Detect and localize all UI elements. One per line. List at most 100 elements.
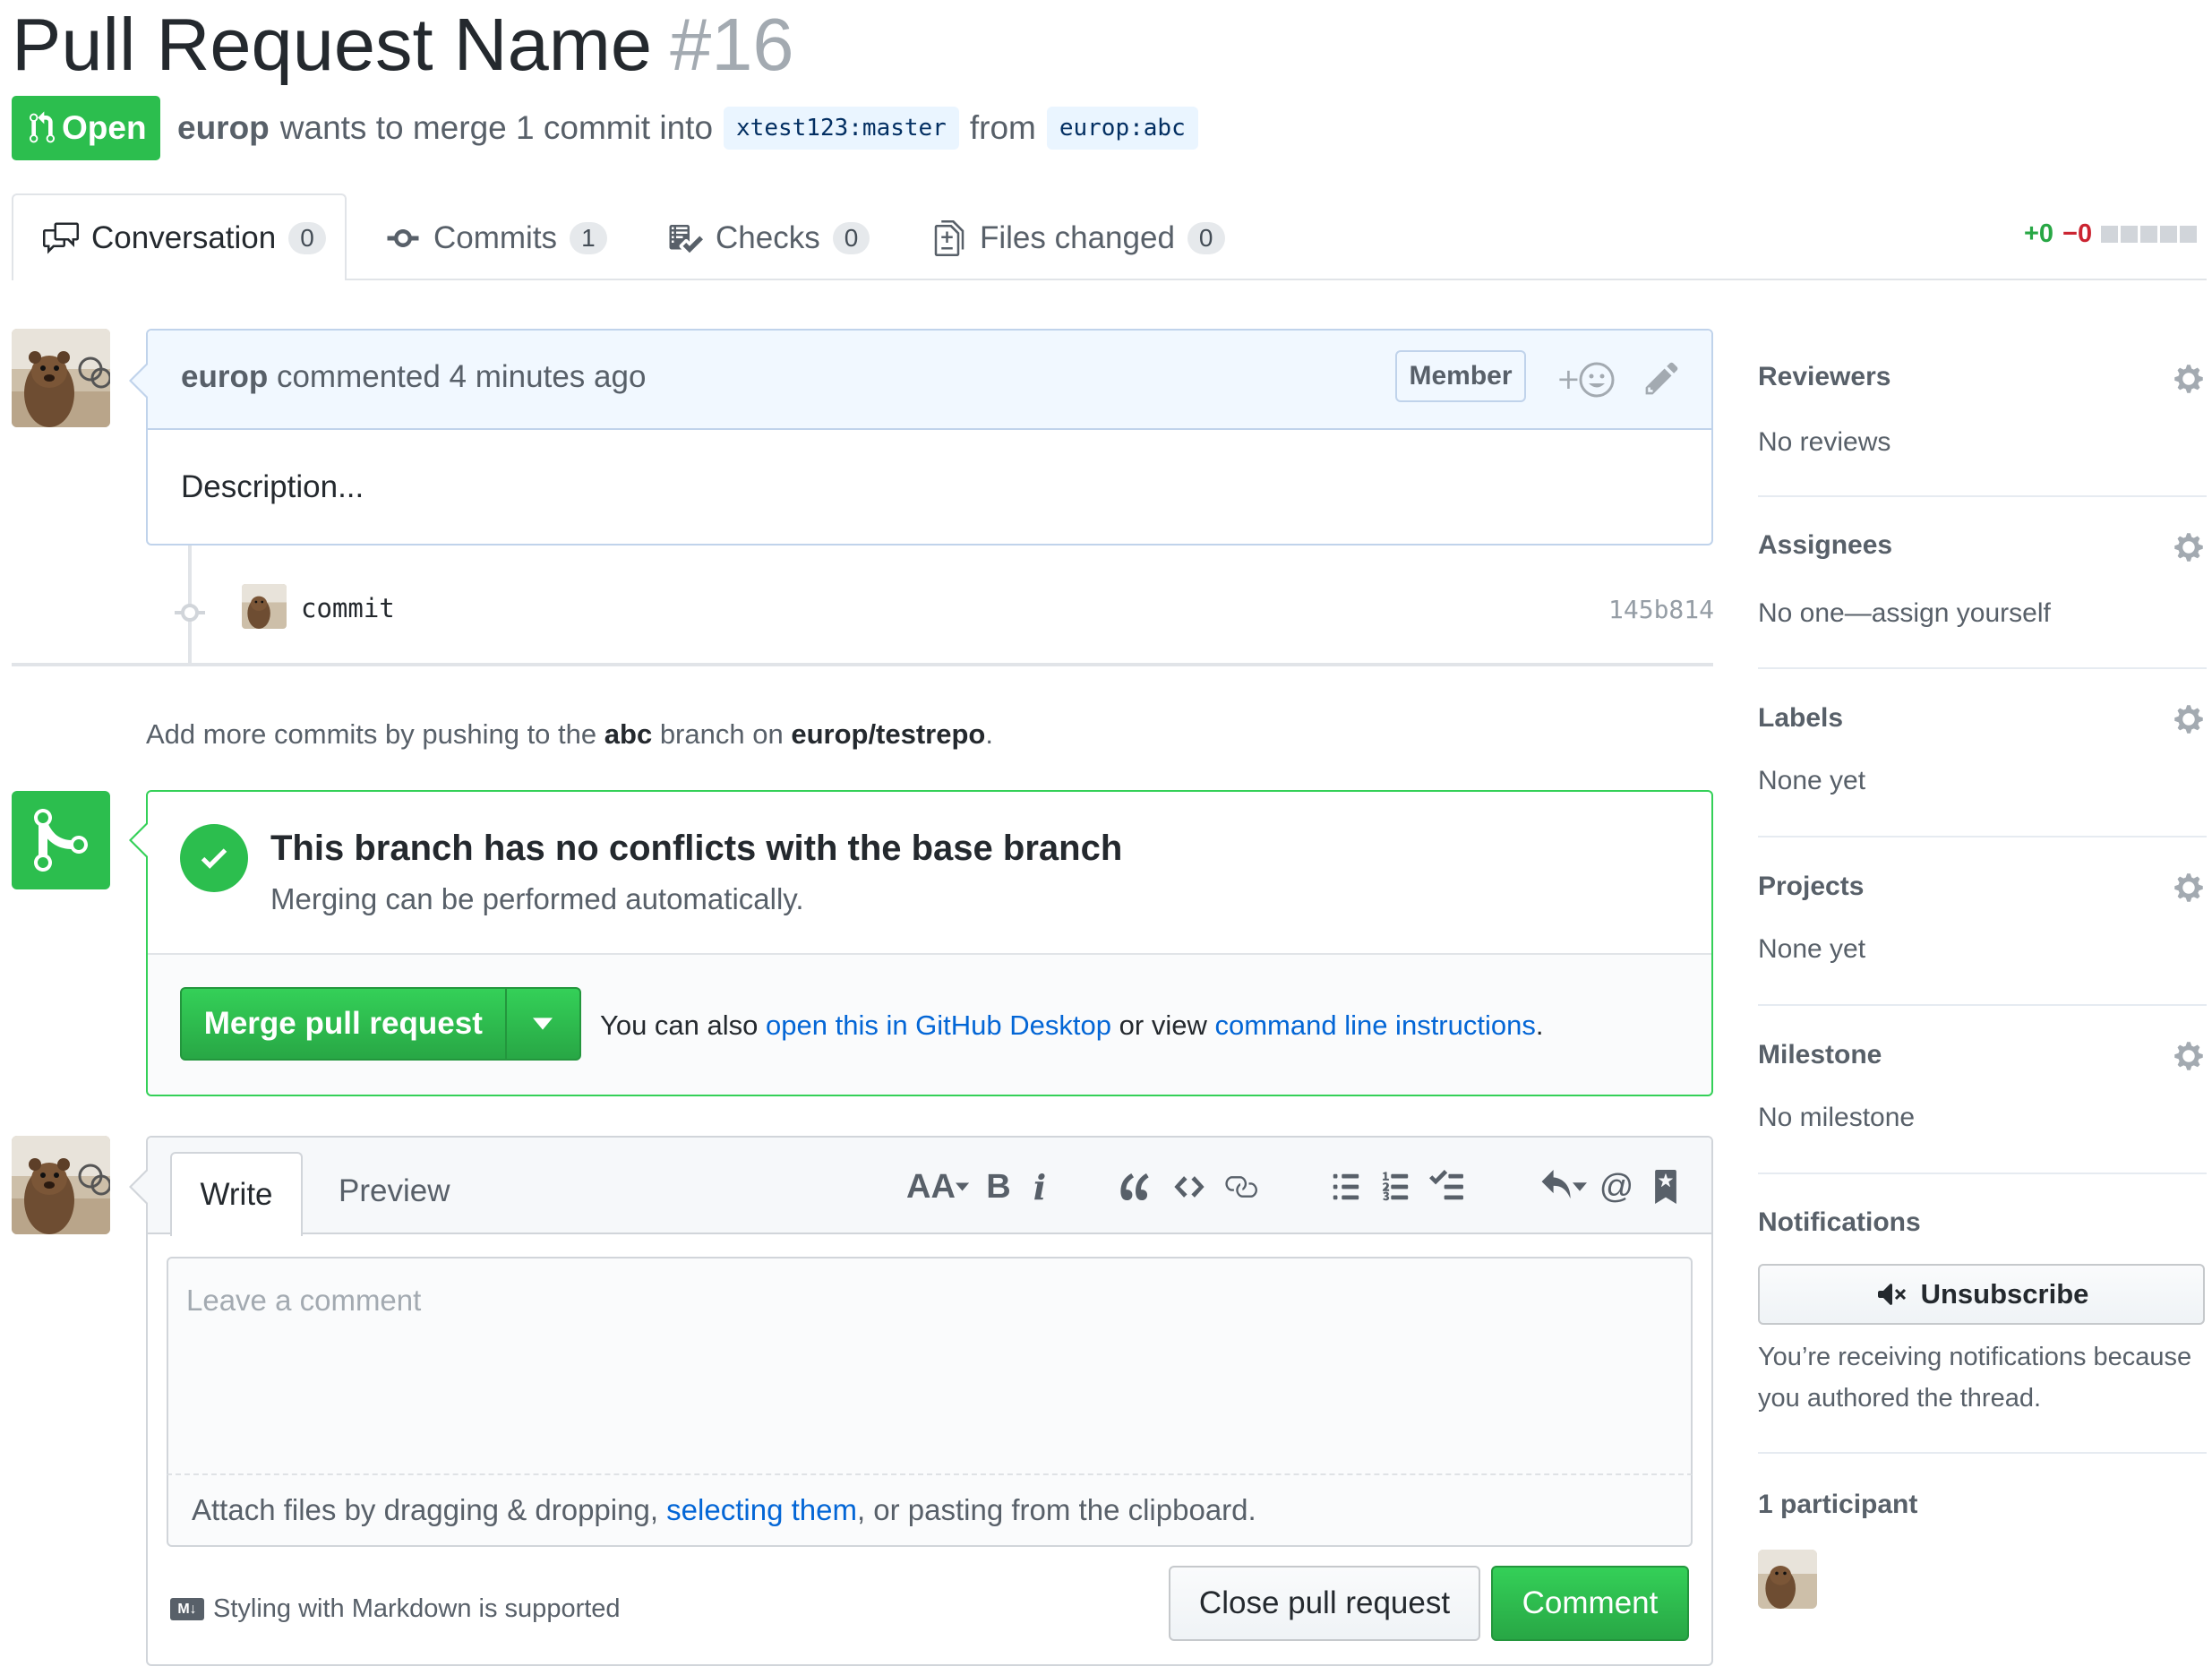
sidebar-value: No reviews <box>1758 427 1891 457</box>
merge-text: wants to merge 1 commit into <box>279 109 714 146</box>
comment-author[interactable]: europ <box>181 359 268 394</box>
merge-heading: This branch has no conflicts with the ba… <box>270 829 1123 868</box>
unsubscribe-button[interactable]: Unsubscribe <box>1758 1264 2205 1325</box>
mention-tool[interactable]: @ <box>1594 1164 1639 1209</box>
diffstat-blocks <box>2101 226 2198 243</box>
merge-status-icon <box>12 791 110 889</box>
list-ordered-icon <box>1382 1172 1409 1201</box>
github-desktop-link[interactable]: open this in GitHub Desktop <box>766 1009 1111 1041</box>
author-link[interactable]: europ <box>177 109 270 147</box>
add-reaction-icon[interactable]: + <box>1556 357 1619 402</box>
italic-tool[interactable]: i <box>1017 1164 1062 1209</box>
sidebar-heading: Notifications <box>1758 1207 1921 1237</box>
link-icon <box>1225 1176 1257 1198</box>
tab-checks[interactable]: Checks 0 <box>667 206 870 271</box>
attach-files-bar[interactable]: Attach files by dragging & dropping, sel… <box>167 1475 1693 1547</box>
avatar[interactable] <box>12 329 110 427</box>
head-branch[interactable]: europ:abc <box>1046 107 1198 150</box>
tab-counter: 1 <box>570 222 607 254</box>
tab-counter: 0 <box>288 222 326 254</box>
avatar-image <box>1758 1550 1817 1609</box>
sidebar-heading[interactable]: Reviewers <box>1758 362 1890 392</box>
current-user-avatar[interactable] <box>12 1136 110 1234</box>
markdown-note[interactable]: M↓ Styling with Markdown is supported <box>170 1594 621 1624</box>
sidebar-milestone: Milestone No milestone <box>1758 1006 2207 1174</box>
pr-number: #16 <box>670 3 794 86</box>
svg-text:+: + <box>1556 362 1581 396</box>
mute-icon <box>1877 1284 1906 1305</box>
write-pointer-inner <box>132 1171 148 1203</box>
code-tool[interactable] <box>1167 1164 1212 1209</box>
text-size-icon: AA <box>906 1167 956 1206</box>
hint-suffix: . <box>985 718 993 750</box>
tab-write[interactable]: Write <box>170 1152 303 1236</box>
header-tool[interactable]: AA <box>906 1164 969 1209</box>
reply-icon <box>1541 1170 1571 1199</box>
close-pull-request-button[interactable]: Close pull request <box>1169 1566 1480 1641</box>
sidebar-heading[interactable]: Projects <box>1758 872 1864 902</box>
gear-icon[interactable] <box>2173 703 2205 735</box>
more-commits-hint: Add more commits by pushing to the abc b… <box>146 718 993 751</box>
commit-icon <box>387 229 419 247</box>
sidebar-projects: Projects None yet <box>1758 838 2207 1006</box>
merge-options-dropdown[interactable] <box>504 989 579 1059</box>
triangle-down-icon <box>533 1018 553 1030</box>
unsubscribe-label: Unsubscribe <box>1920 1278 2089 1310</box>
file-diff-icon <box>934 220 965 256</box>
assign-yourself-link[interactable]: No one—assign yourself <box>1758 598 2051 629</box>
attach-suffix: , or pasting from the clipboard. <box>856 1493 1256 1526</box>
commit-message[interactable]: commit <box>301 593 395 623</box>
gear-icon[interactable] <box>2173 872 2205 904</box>
commit-avatar[interactable] <box>242 584 287 629</box>
ordered-list-tool[interactable] <box>1373 1164 1418 1209</box>
checklist-icon <box>669 225 703 253</box>
avatar-image <box>12 329 110 427</box>
sidebar-reviewers: Reviewers No reviews <box>1758 329 2207 497</box>
triangle-down-icon <box>1573 1182 1587 1191</box>
list-unordered-icon <box>1333 1173 1359 1200</box>
attach-prefix: Attach files by dragging & dropping, <box>192 1493 658 1526</box>
italic-icon: i <box>1033 1166 1047 1207</box>
gear-icon[interactable] <box>2173 363 2205 395</box>
tab-preview[interactable]: Preview <box>339 1173 450 1209</box>
comment-discussion-icon <box>43 222 79 254</box>
merge-pointer-inner <box>132 824 148 856</box>
unordered-list-tool[interactable] <box>1324 1164 1368 1209</box>
participants-heading: 1 participant <box>1758 1490 1918 1519</box>
pr-title: Pull Request Name <box>12 3 653 86</box>
hint-middle: branch on <box>659 718 784 750</box>
sidebar-labels: Labels None yet <box>1758 669 2207 838</box>
pencil-icon[interactable] <box>1643 359 1681 397</box>
comment-button[interactable]: Comment <box>1491 1566 1689 1641</box>
sidebar-heading[interactable]: Milestone <box>1758 1040 1882 1070</box>
sidebar-heading[interactable]: Labels <box>1758 703 1843 734</box>
comment-timestamp[interactable]: commented 4 minutes ago <box>277 359 646 394</box>
tab-files-changed[interactable]: Files changed 0 <box>931 206 1225 271</box>
status-label: Open <box>62 109 147 146</box>
select-files-link[interactable]: selecting them <box>666 1493 857 1526</box>
quote-icon <box>1120 1172 1149 1201</box>
triangle-down-icon <box>955 1182 969 1191</box>
comment-textarea[interactable] <box>167 1257 1693 1475</box>
reference-tool[interactable] <box>1643 1164 1688 1209</box>
pull-request-icon <box>30 111 55 143</box>
gear-icon[interactable] <box>2173 531 2205 563</box>
gear-icon[interactable] <box>2173 1040 2205 1072</box>
link-tool[interactable] <box>1218 1164 1263 1209</box>
code-icon <box>1174 1176 1205 1198</box>
command-line-instructions-link[interactable]: command line instructions <box>1214 1009 1535 1041</box>
merge-button-group: Merge pull request <box>180 987 581 1061</box>
reply-tool[interactable] <box>1531 1164 1594 1209</box>
participant-avatar[interactable] <box>1758 1550 1817 1609</box>
bold-tool[interactable]: B <box>976 1164 1021 1209</box>
commit-sha[interactable]: 145b814 <box>1608 595 1714 624</box>
base-branch[interactable]: xtest123:master <box>724 107 959 150</box>
quote-tool[interactable] <box>1113 1164 1158 1209</box>
sidebar-heading[interactable]: Assignees <box>1758 530 1892 561</box>
tab-commits[interactable]: Commits 1 <box>385 206 607 271</box>
tab-conversation[interactable]: Conversation 0 <box>43 206 326 271</box>
tab-label: Files changed <box>980 220 1175 255</box>
task-list-tool[interactable] <box>1424 1164 1469 1209</box>
merge-pull-request-button[interactable]: Merge pull request <box>182 1006 505 1042</box>
diffstat-deletions: −0 <box>2062 219 2093 248</box>
